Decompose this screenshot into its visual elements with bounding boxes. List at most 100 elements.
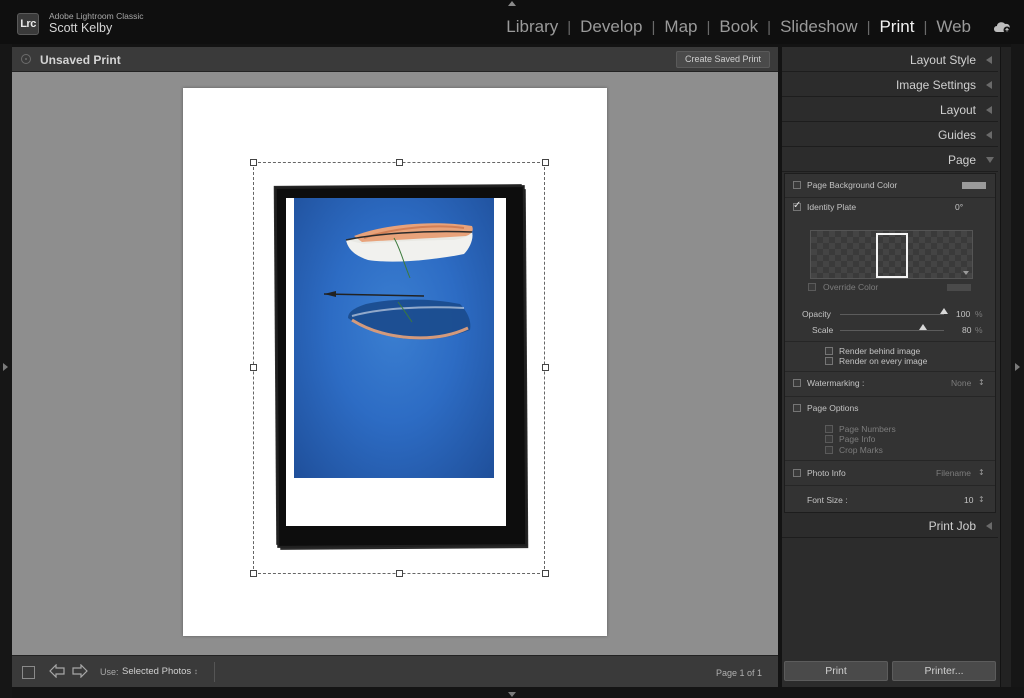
page-info-checkbox[interactable] xyxy=(825,435,833,443)
identity-plate-label: Identity Plate xyxy=(807,202,857,212)
collapse-triangle-icon xyxy=(986,81,992,89)
module-separator: | xyxy=(706,18,711,36)
guides-header[interactable]: Guides xyxy=(782,122,998,147)
app-name: Adobe Lightroom Classic xyxy=(49,11,144,21)
page-options-label: Page Options xyxy=(807,403,859,413)
page-header[interactable]: Page xyxy=(782,147,998,172)
module-separator: | xyxy=(866,18,871,36)
module-library[interactable]: Library xyxy=(505,17,559,37)
right-edge-strip xyxy=(1011,44,1024,698)
render-behind-checkbox[interactable] xyxy=(825,347,833,355)
module-web[interactable]: Web xyxy=(935,17,972,37)
opacity-slider-track[interactable] xyxy=(840,314,944,315)
print-job-label: Print Job xyxy=(928,519,976,533)
use-photos-select[interactable]: Selected Photos ↕ xyxy=(122,666,198,677)
crop-marks-label: Crop Marks xyxy=(839,445,883,455)
print-header: Unsaved Print Create Saved Print xyxy=(12,47,778,72)
right-panel: Layout Style Image Settings Layout Guide… xyxy=(782,47,1000,687)
page-options-checkbox[interactable] xyxy=(793,404,801,412)
layout-style-label: Layout Style xyxy=(909,53,976,67)
page-background-color-swatch[interactable] xyxy=(962,182,986,189)
identity-plate-preview[interactable] xyxy=(810,230,973,279)
expand-left-panel-icon[interactable] xyxy=(3,363,8,371)
module-develop[interactable]: Develop xyxy=(579,17,643,37)
resize-handle-left[interactable] xyxy=(250,364,257,371)
divider xyxy=(785,460,995,461)
cloud-sync-icon[interactable] xyxy=(992,20,1012,34)
right-panel-scrollbar[interactable] xyxy=(1001,47,1011,687)
crop-marks-checkbox[interactable] xyxy=(825,446,833,454)
collapse-triangle-icon xyxy=(986,522,992,530)
scale-unit: % xyxy=(975,325,983,335)
expand-triangle-icon xyxy=(986,157,994,163)
module-print[interactable]: Print xyxy=(878,17,915,37)
layout-style-header[interactable]: Layout Style xyxy=(782,47,998,72)
lrc-logo: Lrc xyxy=(17,13,39,35)
opacity-value[interactable]: 100 xyxy=(956,309,970,319)
printer-button[interactable]: Printer... xyxy=(892,661,996,681)
resize-handle-bottom-right[interactable] xyxy=(542,570,549,577)
module-picker: Library | Develop | Map | Book | Slidesh… xyxy=(505,17,972,37)
override-color-swatch[interactable] xyxy=(947,284,971,291)
image-cell-selection[interactable] xyxy=(253,162,545,574)
page-numbers-checkbox[interactable] xyxy=(825,425,833,433)
photo-info-stepper-icon[interactable]: ↕ xyxy=(978,468,985,477)
module-slideshow[interactable]: Slideshow xyxy=(779,17,859,37)
layout-header[interactable]: Layout xyxy=(782,97,998,122)
layout-label: Layout xyxy=(939,103,976,117)
previous-page-icon[interactable] xyxy=(49,664,65,678)
page-numbers-label: Page Numbers xyxy=(839,424,896,434)
override-color-checkbox[interactable] xyxy=(808,283,816,291)
print-title: Unsaved Print xyxy=(40,53,121,67)
resize-handle-top[interactable] xyxy=(396,159,403,166)
collapse-triangle-icon xyxy=(986,131,992,139)
scale-value[interactable]: 80 xyxy=(962,325,971,335)
collapse-triangle-icon xyxy=(986,106,992,114)
resize-handle-right[interactable] xyxy=(542,364,549,371)
resize-handle-bottom-left[interactable] xyxy=(250,570,257,577)
print-workspace: Unsaved Print Create Saved Print Use: Se… xyxy=(12,47,778,687)
font-size-stepper-icon[interactable]: ↕ xyxy=(978,495,985,504)
identity-plate-angle[interactable]: 0° xyxy=(955,202,963,212)
print-button[interactable]: Print xyxy=(784,661,888,681)
module-map[interactable]: Map xyxy=(663,17,698,37)
use-photos-value: Selected Photos xyxy=(122,666,192,677)
collapse-right-panel-icon[interactable] xyxy=(1015,363,1020,371)
opacity-slider-thumb[interactable] xyxy=(940,308,948,314)
resize-handle-bottom[interactable] xyxy=(396,570,403,577)
scale-slider-track[interactable] xyxy=(840,330,944,331)
watermarking-label: Watermarking : xyxy=(807,378,865,388)
photo-info-checkbox[interactable] xyxy=(793,469,801,477)
font-size-value[interactable]: 10 xyxy=(964,495,973,505)
next-page-icon[interactable] xyxy=(72,664,88,678)
photo-info-select[interactable]: Filename xyxy=(936,468,971,478)
collapse-top-panel-icon[interactable] xyxy=(508,1,516,6)
resize-handle-top-left[interactable] xyxy=(250,159,257,166)
image-settings-label: Image Settings xyxy=(895,78,976,92)
first-page-button[interactable] xyxy=(22,666,35,679)
image-settings-header[interactable]: Image Settings xyxy=(782,72,998,97)
expand-filmstrip-icon[interactable] xyxy=(508,692,516,697)
watermarking-checkbox[interactable] xyxy=(793,379,801,387)
select-stepper-icon: ↕ xyxy=(193,667,198,676)
print-job-header[interactable]: Print Job xyxy=(782,513,998,538)
opacity-unit: % xyxy=(975,309,983,319)
identity-plate-menu-icon[interactable] xyxy=(963,271,969,275)
font-size-label: Font Size : xyxy=(807,495,848,505)
print-canvas xyxy=(12,72,778,655)
watermarking-stepper-icon[interactable]: ↕ xyxy=(978,378,985,387)
resize-handle-top-right[interactable] xyxy=(542,159,549,166)
identity-plate-checkbox[interactable] xyxy=(793,200,801,211)
create-saved-print-button[interactable]: Create Saved Print xyxy=(675,51,770,68)
watermarking-select[interactable]: None xyxy=(951,378,971,388)
module-book[interactable]: Book xyxy=(718,17,759,37)
render-every-checkbox[interactable] xyxy=(825,357,833,365)
module-separator: | xyxy=(651,18,656,36)
print-collection-icon xyxy=(21,54,31,64)
left-panel-collapsed xyxy=(0,44,12,698)
page-background-color-checkbox[interactable] xyxy=(793,181,801,189)
scale-slider-thumb[interactable] xyxy=(919,324,928,330)
filmstrip-collapsed xyxy=(12,687,1024,698)
render-behind-label: Render behind image xyxy=(839,346,921,356)
module-separator: | xyxy=(923,18,928,36)
